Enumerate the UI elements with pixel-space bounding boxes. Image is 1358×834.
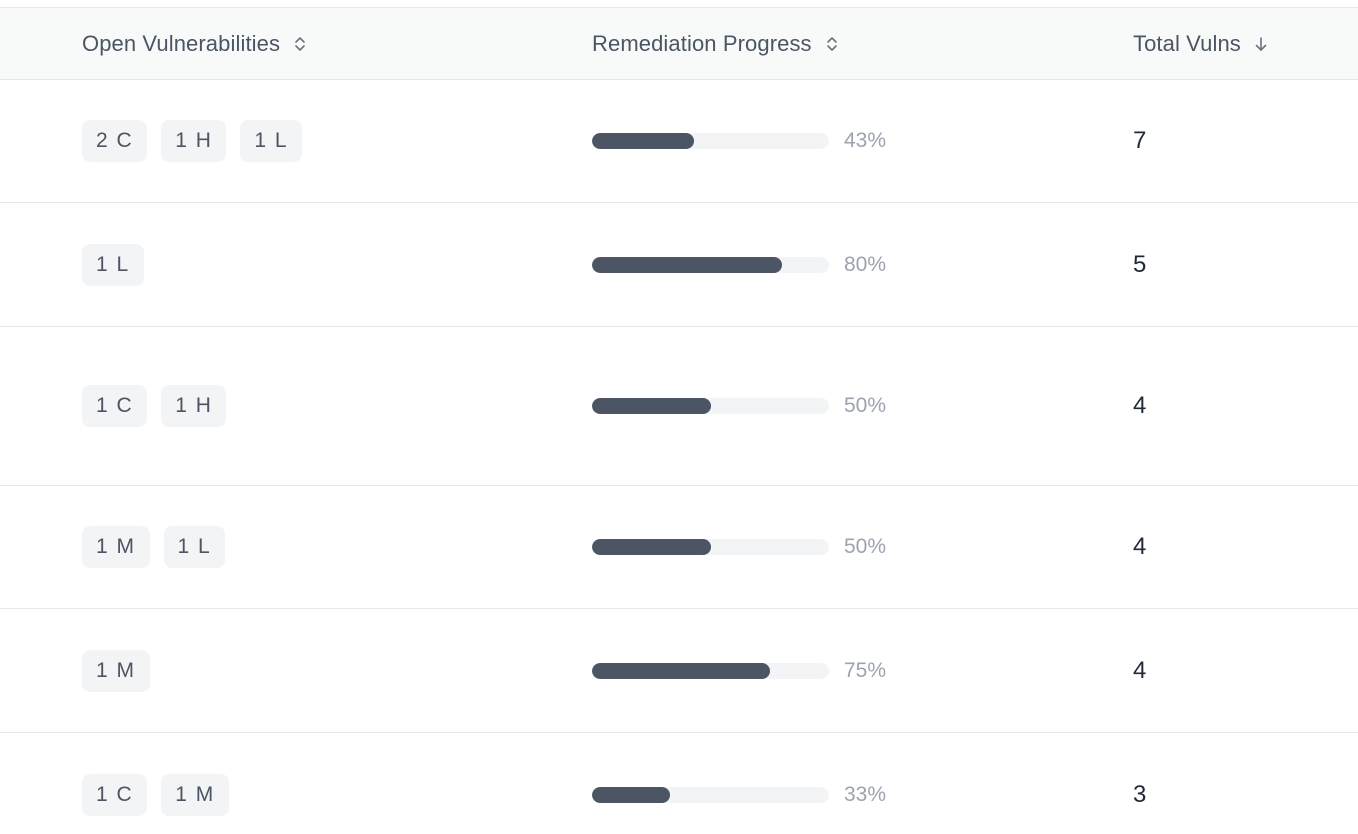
total-vulns-cell: 4 <box>1133 609 1146 732</box>
table-row[interactable]: 1 C 1 H 50% 4 <box>0 327 1358 486</box>
remediation-progress-cell: 80% <box>592 203 886 326</box>
vulnerabilities-table: Open Vulnerabilities Remediation Progres… <box>0 0 1358 834</box>
remediation-progress-cell: 33% <box>592 733 886 834</box>
severity-badge[interactable]: 1 M <box>82 649 150 692</box>
total-vulns-value: 4 <box>1133 392 1147 419</box>
remediation-progress: 43% <box>592 129 886 153</box>
progress-bar-fill <box>592 662 770 679</box>
progress-percent: 75% <box>844 658 887 682</box>
total-vulns-value: 4 <box>1133 656 1147 684</box>
progress-bar-fill <box>592 133 694 149</box>
remediation-progress-cell: 43% <box>592 80 886 202</box>
severity-badge[interactable]: 1 H <box>161 120 227 162</box>
severity-badge[interactable]: 2 C <box>82 120 148 162</box>
severity-badge[interactable]: 1 M <box>161 773 229 816</box>
severity-badges: 1 M <box>82 649 150 692</box>
total-vulns-cell: 4 <box>1133 327 1146 485</box>
severity-badge[interactable]: 1 L <box>240 120 303 162</box>
progress-bar-track <box>592 662 829 679</box>
column-header-total-vulns[interactable]: Total Vulns <box>1133 8 1269 80</box>
severity-badge[interactable]: 1 H <box>161 385 227 427</box>
open-vulnerabilities-cell: 1 C 1 H <box>82 327 227 485</box>
progress-bar-track <box>592 539 829 555</box>
progress-bar-fill <box>592 256 782 273</box>
progress-bar-fill <box>592 539 711 555</box>
progress-percent: 33% <box>844 782 887 806</box>
remediation-progress: 80% <box>592 253 886 277</box>
remediation-progress: 75% <box>592 659 886 683</box>
progress-bar-track <box>592 133 829 149</box>
remediation-progress: 50% <box>592 535 886 559</box>
total-vulns-value: 7 <box>1133 127 1147 154</box>
column-header-open-vulnerabilities[interactable]: Open Vulnerabilities <box>82 8 308 80</box>
total-vulns-value: 3 <box>1133 780 1147 808</box>
total-vulns-value: 4 <box>1133 533 1147 560</box>
open-vulnerabilities-cell: 1 L <box>82 203 144 326</box>
table-header: Open Vulnerabilities Remediation Progres… <box>0 8 1358 80</box>
remediation-progress: 50% <box>592 394 886 418</box>
table-row[interactable]: 1 L 80% 5 <box>0 203 1358 327</box>
table-row[interactable]: 1 M 1 L 50% 4 <box>0 486 1358 609</box>
table-row[interactable]: 1 C 1 M 33% 3 <box>0 733 1358 834</box>
progress-percent: 80% <box>844 252 887 276</box>
severity-badge[interactable]: 1 C <box>82 773 148 816</box>
progress-bar-track <box>592 256 829 273</box>
open-vulnerabilities-cell: 1 M 1 L <box>82 486 226 608</box>
severity-badge[interactable]: 1 L <box>163 526 226 568</box>
severity-badge[interactable]: 1 M <box>82 526 150 568</box>
severity-badges: 1 M 1 L <box>82 526 226 568</box>
progress-percent: 43% <box>844 129 887 152</box>
progress-bar-track <box>592 398 829 414</box>
total-vulns-cell: 3 <box>1133 733 1146 834</box>
table-row[interactable]: 1 M 75% 4 <box>0 609 1358 733</box>
remediation-progress-cell: 75% <box>592 609 886 732</box>
sort-updown-icon[interactable] <box>824 34 840 54</box>
open-vulnerabilities-cell: 1 C 1 M <box>82 733 229 834</box>
total-vulns-cell: 4 <box>1133 486 1146 608</box>
column-header-label: Remediation Progress <box>592 31 812 56</box>
column-header-remediation-progress[interactable]: Remediation Progress <box>592 8 840 80</box>
total-vulns-value: 5 <box>1133 250 1147 278</box>
remediation-progress-cell: 50% <box>592 486 886 608</box>
severity-badges: 1 L <box>82 243 144 286</box>
severity-badge[interactable]: 1 C <box>82 385 148 427</box>
progress-bar-fill <box>592 398 711 414</box>
total-vulns-cell: 5 <box>1133 203 1146 326</box>
open-vulnerabilities-cell: 2 C 1 H 1 L <box>82 80 303 202</box>
severity-badge[interactable]: 1 L <box>82 243 144 286</box>
progress-bar-fill <box>592 786 671 803</box>
column-header-label: Total Vulns <box>1133 31 1241 56</box>
progress-percent: 50% <box>844 394 887 417</box>
severity-badges: 1 C 1 M <box>82 773 229 816</box>
open-vulnerabilities-cell: 1 M <box>82 609 150 732</box>
table-row[interactable]: 2 C 1 H 1 L 43% 7 <box>0 80 1358 203</box>
severity-badges: 2 C 1 H 1 L <box>82 120 303 162</box>
progress-percent: 50% <box>844 535 887 558</box>
total-vulns-cell: 7 <box>1133 80 1146 202</box>
arrow-down-icon[interactable] <box>1253 34 1269 54</box>
column-header-label: Open Vulnerabilities <box>82 31 281 56</box>
progress-bar-track <box>592 786 829 803</box>
sort-updown-icon[interactable] <box>292 34 308 54</box>
remediation-progress-cell: 50% <box>592 327 886 485</box>
remediation-progress: 33% <box>592 783 886 807</box>
severity-badges: 1 C 1 H <box>82 385 227 427</box>
